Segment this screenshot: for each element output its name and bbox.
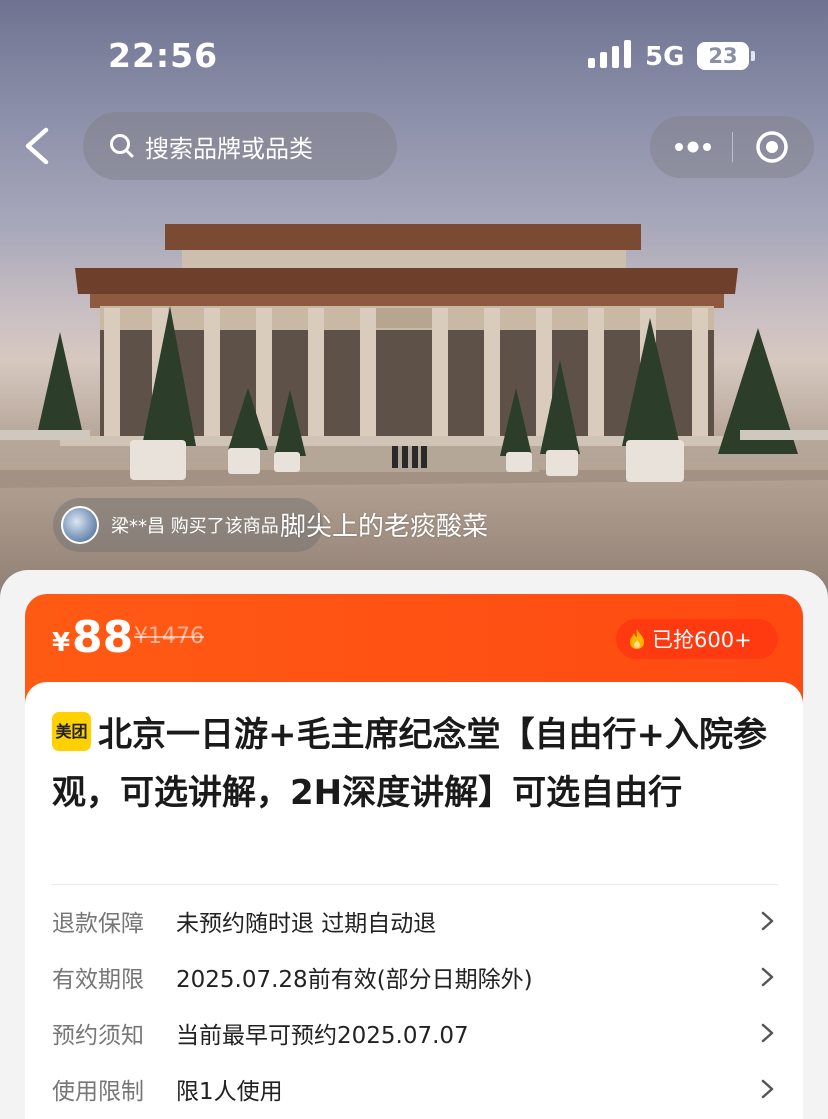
buyer-notice-text: 梁**昌 购买了该商品 (111, 516, 279, 537)
current-price: 88 (72, 612, 134, 663)
battery-icon: 23 (697, 42, 749, 70)
network-type: 5G (645, 42, 685, 72)
buyer-avatar (61, 506, 99, 544)
fire-icon (630, 629, 644, 649)
sold-count-text: 已抢600+ (652, 628, 752, 652)
detail-value: 当前最早可预约2025.07.07 (176, 1023, 469, 1049)
signal-icon (588, 40, 631, 68)
miniprogram-capsule (650, 116, 814, 178)
search-icon (110, 134, 134, 158)
product-title: 北京一日游+毛主席纪念堂【自由行+入院参观，可选讲解，2H深度讲解】可选自由行 (52, 715, 767, 813)
detail-value: 限1人使用 (176, 1079, 283, 1105)
close-miniprogram-icon[interactable] (754, 129, 790, 165)
detail-value: 2025.07.28前有效(部分日期除外) (176, 967, 533, 993)
battery-tip (751, 51, 755, 61)
chevron-right-icon (761, 1079, 774, 1099)
currency-symbol: ¥ (52, 628, 71, 658)
detail-row-usage[interactable]: 使用限制 限1人使用 (52, 1069, 778, 1109)
detail-value: 未预约随时退 过期自动退 (176, 911, 437, 937)
more-dots-icon[interactable] (672, 134, 714, 160)
chevron-right-icon (761, 1023, 774, 1043)
detail-key: 有效期限 (52, 967, 144, 993)
sold-count-badge: 已抢600+ (616, 619, 778, 659)
detail-row-refund[interactable]: 退款保障 未预约随时退 过期自动退 (52, 901, 778, 941)
detail-key: 预约须知 (52, 1023, 144, 1049)
chevron-right-icon (761, 911, 774, 931)
chevron-right-icon (761, 967, 774, 987)
capsule-divider (732, 132, 733, 162)
divider (52, 884, 778, 885)
status-time: 22:56 (108, 36, 219, 75)
detail-key: 退款保障 (52, 911, 144, 937)
detail-row-validity[interactable]: 有效期限 2025.07.28前有效(部分日期除外) (52, 957, 778, 997)
back-arrow-icon[interactable] (18, 124, 62, 168)
original-price: ¥1476 (134, 624, 204, 649)
search-input[interactable]: 搜索品牌或品类 (83, 112, 397, 180)
search-placeholder: 搜索品牌或品类 (145, 134, 313, 163)
detail-key: 使用限制 (52, 1079, 144, 1105)
detail-row-booking[interactable]: 预约须知 当前最早可预约2025.07.07 (52, 1013, 778, 1053)
watermark-text: 脚尖上的老痰酸菜 (280, 512, 489, 542)
